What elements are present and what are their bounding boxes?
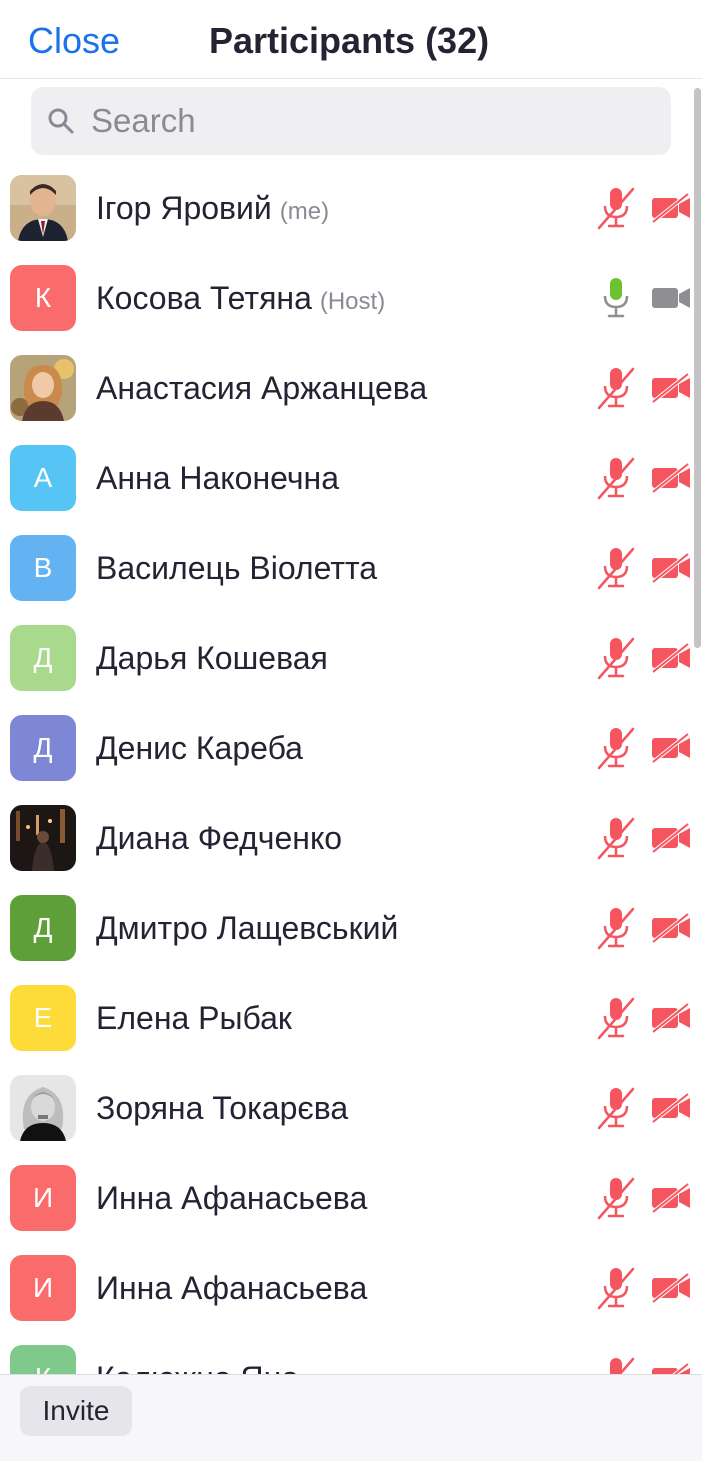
participant-name: Ігор Яровий (me): [96, 189, 329, 231]
mic-muted-icon[interactable]: [596, 185, 636, 231]
avatar: В: [10, 535, 76, 601]
search-bar[interactable]: [31, 87, 671, 155]
participant-name: Анна Наконечна: [96, 459, 339, 497]
participant-name: Денис Кареба: [96, 729, 303, 767]
participant-name: Дмитро Лащевський: [96, 909, 398, 947]
participant-name: Инна Афанасьева: [96, 1179, 367, 1217]
participant-name: Косова Тетяна (Host): [96, 279, 385, 321]
avatar: [10, 355, 76, 421]
participant-name-text: Диана Федченко: [96, 820, 343, 856]
video-off-icon[interactable]: [650, 1362, 692, 1374]
participant-row[interactable]: Зоряна Токарєва: [0, 1063, 702, 1153]
avatar: Д: [10, 625, 76, 691]
video-off-icon[interactable]: [650, 192, 692, 224]
invite-button[interactable]: Invite: [20, 1386, 132, 1436]
video-off-icon[interactable]: [650, 732, 692, 764]
mic-muted-icon[interactable]: [596, 545, 636, 591]
participant-name-text: Косова Тетяна: [96, 280, 312, 316]
participant-name-text: Инна Афанасьева: [96, 1180, 368, 1216]
mic-muted-icon[interactable]: [596, 725, 636, 771]
search-input[interactable]: [91, 87, 651, 155]
participant-row[interactable]: Анастасия Аржанцева: [0, 343, 702, 433]
video-off-icon[interactable]: [650, 1272, 692, 1304]
participant-name-text: Калюжна Яна: [96, 1360, 299, 1374]
avatar: К: [10, 1345, 76, 1374]
participant-name-text: Василець Віолетта: [96, 550, 378, 586]
mic-muted-icon[interactable]: [596, 1265, 636, 1311]
avatar: И: [10, 1165, 76, 1231]
avatar: [10, 175, 76, 241]
mic-muted-icon[interactable]: [596, 995, 636, 1041]
participant-row[interactable]: Д Дарья Кошевая: [0, 613, 702, 703]
participant-name-text: Анна Наконечна: [96, 460, 339, 496]
avatar: К: [10, 265, 76, 331]
mic-muted-icon[interactable]: [596, 905, 636, 951]
mic-icon[interactable]: [596, 275, 636, 321]
avatar: Е: [10, 985, 76, 1051]
participant-row[interactable]: В Василець Віолетта: [0, 523, 702, 613]
participant-row[interactable]: Д Денис Кареба: [0, 703, 702, 793]
mic-muted-icon[interactable]: [596, 455, 636, 501]
participant-name-text: Анастасия Аржанцева: [96, 370, 428, 406]
page-title: Participants (32): [209, 20, 490, 61]
participant-name-text: Ігор Яровий: [96, 190, 272, 226]
video-off-icon[interactable]: [650, 1002, 692, 1034]
participant-row[interactable]: И Инна Афанасьева: [0, 1153, 702, 1243]
video-off-icon[interactable]: [650, 462, 692, 494]
avatar: И: [10, 1255, 76, 1321]
video-off-icon[interactable]: [650, 1092, 692, 1124]
footer-bar: Invite: [0, 1374, 702, 1461]
avatar: А: [10, 445, 76, 511]
header: Close Participants (32): [0, 0, 702, 79]
participant-role-tag: (Host): [319, 288, 386, 315]
participant-name: Калюжна Яна: [96, 1359, 299, 1374]
video-off-icon[interactable]: [650, 1182, 692, 1214]
mic-muted-icon[interactable]: [596, 635, 636, 681]
participant-list: Ігор Яровий (me) К Косова Тетяна (Host) Анаст…: [0, 163, 702, 1374]
mic-muted-icon[interactable]: [596, 1085, 636, 1131]
participant-name-text: Елена Рыбак: [96, 1000, 292, 1036]
participant-name: Елена Рыбак: [96, 999, 292, 1037]
mic-muted-icon[interactable]: [596, 365, 636, 411]
participant-row[interactable]: Е Елена Рыбак: [0, 973, 702, 1063]
participant-row[interactable]: К Калюжна Яна: [0, 1333, 702, 1374]
participant-name-text: Дарья Кошевая: [96, 640, 328, 676]
avatar: [10, 1075, 76, 1141]
mic-muted-icon[interactable]: [596, 815, 636, 861]
close-button[interactable]: Close: [28, 20, 120, 62]
participant-row[interactable]: К Косова Тетяна (Host): [0, 253, 702, 343]
participant-name: Зоряна Токарєва: [96, 1089, 348, 1127]
video-off-icon[interactable]: [650, 372, 692, 404]
scrollbar[interactable]: [694, 88, 701, 648]
participant-name: Василець Віолетта: [96, 549, 377, 587]
avatar: Д: [10, 895, 76, 961]
avatar: Д: [10, 715, 76, 781]
video-off-icon[interactable]: [650, 552, 692, 584]
participant-role-tag: (me): [279, 198, 330, 225]
search-icon: [47, 107, 75, 140]
participant-row[interactable]: А Анна Наконечна: [0, 433, 702, 523]
mic-muted-icon[interactable]: [596, 1355, 636, 1374]
participant-name-text: Зоряна Токарєва: [96, 1090, 349, 1126]
participant-row[interactable]: И Инна Афанасьева: [0, 1243, 702, 1333]
video-off-icon[interactable]: [650, 642, 692, 674]
participant-name-text: Дмитро Лащевський: [96, 910, 399, 946]
video-off-icon[interactable]: [650, 912, 692, 944]
avatar: [10, 805, 76, 871]
participant-name: Анастасия Аржанцева: [96, 369, 427, 407]
participant-row[interactable]: Диана Федченко: [0, 793, 702, 883]
participant-row[interactable]: Ігор Яровий (me): [0, 163, 702, 253]
participant-name-text: Инна Афанасьева: [96, 1270, 368, 1306]
mic-muted-icon[interactable]: [596, 1175, 636, 1221]
participant-name: Дарья Кошевая: [96, 639, 328, 677]
participant-row[interactable]: Д Дмитро Лащевський: [0, 883, 702, 973]
participant-name-text: Денис Кареба: [96, 730, 303, 766]
video-off-icon[interactable]: [650, 822, 692, 854]
participant-name: Диана Федченко: [96, 819, 342, 857]
video-icon[interactable]: [650, 282, 692, 314]
participant-name: Инна Афанасьева: [96, 1269, 367, 1307]
